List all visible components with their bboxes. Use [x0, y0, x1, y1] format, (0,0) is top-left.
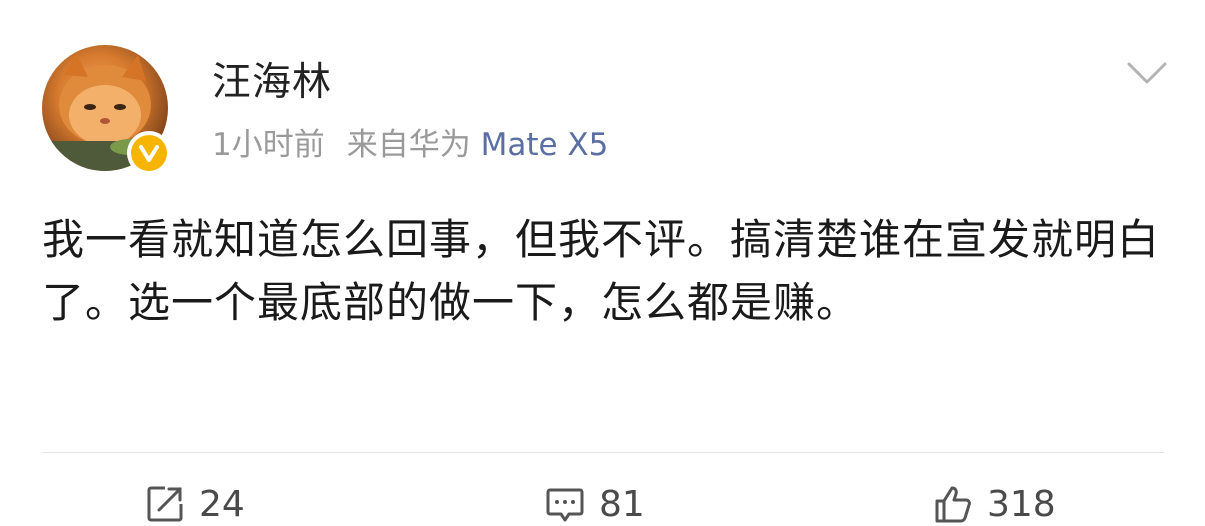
repost-count: 24 — [199, 483, 245, 525]
repost-button[interactable]: 24 — [145, 482, 245, 526]
chevron-down-icon[interactable] — [1125, 58, 1169, 88]
author-name[interactable]: 汪海林 — [212, 58, 332, 108]
post-source-prefix: 来自华为 — [346, 127, 471, 163]
action-bar: 24 81 318 — [0, 470, 1205, 526]
repost-icon — [147, 486, 183, 522]
comment-icon — [546, 488, 584, 522]
comment-count: 81 — [599, 483, 645, 525]
post-content: 我一看就知道怎么回事，但我不评。搞清楚谁在宣发就明白了。选一个最底部的做一下，怎… — [42, 215, 1161, 327]
divider — [42, 452, 1164, 453]
post-source-device[interactable]: Mate X5 — [481, 127, 609, 163]
verified-badge-icon — [127, 131, 171, 175]
weibo-post: 汪海林 1小时前 来自华为 Mate X5 我一看就知道怎么回事，但我不评。搞清楚… — [0, 0, 1205, 526]
like-count: 318 — [987, 483, 1056, 525]
post-time: 1小时前 — [212, 127, 325, 163]
like-button[interactable]: 318 — [933, 482, 1056, 526]
post-meta: 1小时前 来自华为 Mate X5 — [212, 124, 608, 166]
comment-button[interactable]: 81 — [545, 482, 645, 526]
thumbs-up-icon — [935, 486, 971, 523]
